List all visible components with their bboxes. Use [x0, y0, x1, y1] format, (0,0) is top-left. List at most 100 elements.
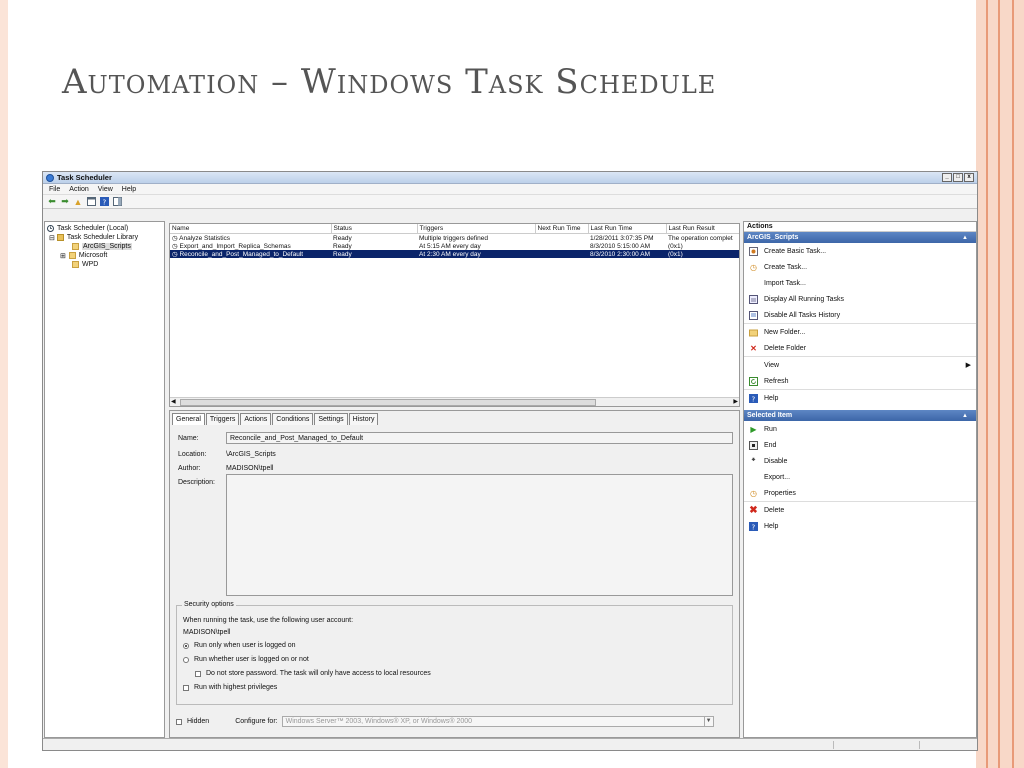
- radio-run-logged-on[interactable]: Run only when user is logged on: [183, 642, 296, 649]
- action-delete-folder[interactable]: ✕ Delete Folder: [744, 340, 976, 356]
- expand-icon[interactable]: ⊞: [60, 252, 66, 260]
- column-header-last-run-time[interactable]: Last Run Time: [588, 224, 667, 234]
- action-refresh[interactable]: Refresh: [744, 373, 976, 389]
- table-row-selected[interactable]: ◷ Reconcile_and_Post_Managed_to_Default …: [170, 250, 739, 258]
- action-delete[interactable]: ✖ Delete: [744, 502, 976, 518]
- security-options-legend: Security options: [182, 601, 236, 608]
- hidden-checkbox[interactable]: [176, 718, 182, 725]
- action-export[interactable]: Export...: [744, 469, 976, 485]
- task-name: Reconcile_and_Post_Managed_to_Default: [179, 251, 304, 258]
- delete-icon: ✕: [750, 343, 757, 353]
- maximize-button[interactable]: □: [953, 173, 963, 182]
- forward-arrow-icon[interactable]: ➡: [60, 196, 70, 207]
- action-help[interactable]: ? Help: [744, 390, 976, 406]
- table-row[interactable]: ◷ Analyze Statistics Ready Multiple trig…: [170, 234, 739, 243]
- back-arrow-icon[interactable]: ⬅: [47, 196, 57, 207]
- tree-item-arcgis-scripts[interactable]: ArcGIS_Scripts: [47, 242, 162, 251]
- tree-item-microsoft[interactable]: ⊞ Microsoft: [47, 251, 162, 260]
- radio-run-whether[interactable]: Run whether user is logged on or not: [183, 656, 309, 663]
- tab-actions[interactable]: Actions: [240, 413, 272, 425]
- table-row[interactable]: ◷ Export_and_Import_Replica_Schemas Read…: [170, 242, 739, 251]
- action-view[interactable]: View ▶: [744, 357, 976, 373]
- up-folder-icon[interactable]: ▲: [73, 197, 83, 207]
- menu-action[interactable]: Action: [69, 186, 88, 193]
- chevron-down-icon[interactable]: ▼: [703, 717, 713, 726]
- location-row: Location: \ArcGIS_Scripts: [178, 451, 276, 458]
- minimize-button[interactable]: _: [942, 173, 952, 182]
- tree-item-label: Task Scheduler (Local): [57, 225, 129, 232]
- task-next-run: [535, 250, 588, 258]
- close-button[interactable]: x: [964, 173, 974, 182]
- action-disable[interactable]: 🠻 Disable: [744, 453, 976, 469]
- action-properties[interactable]: ◷ Properties: [744, 485, 976, 501]
- action-import-task[interactable]: Import Task...: [744, 275, 976, 291]
- create-task-icon: ◷: [750, 262, 757, 272]
- title-bar[interactable]: Task Scheduler _ □ x: [43, 172, 977, 184]
- checkbox-no-store-password[interactable]: Do not store password. The task will onl…: [195, 670, 431, 677]
- properties-icon: ◷: [750, 488, 757, 498]
- task-next-run: [535, 234, 588, 243]
- action-create-task[interactable]: ◷ Create Task...: [744, 259, 976, 275]
- action-display-running-tasks[interactable]: Display All Running Tasks: [744, 291, 976, 307]
- tab-triggers[interactable]: Triggers: [205, 413, 240, 425]
- slide-title: Automation – Windows Task Schedule: [62, 62, 717, 102]
- task-triggers: Multiple triggers defined: [419, 234, 489, 242]
- show-hide-tree-icon[interactable]: [86, 197, 96, 207]
- action-label: Help: [764, 522, 779, 530]
- action-create-basic-task[interactable]: Create Basic Task...: [744, 243, 976, 259]
- name-row: Name: Reconcile_and_Post_Managed_to_Defa…: [178, 432, 733, 444]
- menu-file[interactable]: File: [49, 186, 60, 193]
- horizontal-scrollbar[interactable]: ◀ ▶: [170, 397, 739, 406]
- group-title: ArcGIS_Scripts: [747, 234, 799, 241]
- column-header-last-run-result[interactable]: Last Run Result: [666, 224, 739, 234]
- task-list: Name Status Triggers Next Run Time Last …: [169, 223, 740, 407]
- column-header-name[interactable]: Name: [170, 224, 332, 234]
- menu-help[interactable]: Help: [122, 186, 136, 193]
- tree-item-library[interactable]: ⊟ Task Scheduler Library: [47, 233, 162, 242]
- scroll-left-icon[interactable]: ◀: [171, 398, 176, 405]
- action-new-folder[interactable]: New Folder...: [744, 324, 976, 340]
- tab-conditions[interactable]: Conditions: [272, 413, 314, 425]
- action-disable-history[interactable]: Disable All Tasks History: [744, 307, 976, 323]
- action-help-selected[interactable]: ? Help: [744, 518, 976, 534]
- column-header-status[interactable]: Status: [331, 224, 418, 234]
- action-label: Import Task...: [764, 279, 806, 287]
- svg-text:?: ?: [752, 523, 756, 531]
- actions-group-selected-item[interactable]: Selected Item ▲: [744, 410, 976, 421]
- collapse-icon[interactable]: ⊟: [49, 234, 55, 242]
- tab-history[interactable]: History: [348, 413, 379, 425]
- scrollbar-thumb[interactable]: [180, 399, 596, 406]
- checkbox-icon[interactable]: [183, 684, 189, 691]
- checkbox-icon[interactable]: [195, 670, 201, 677]
- collapse-icon[interactable]: ▲: [962, 235, 968, 241]
- show-hide-actions-icon[interactable]: [112, 197, 122, 207]
- action-label: Refresh: [764, 377, 789, 385]
- scroll-right-icon[interactable]: ▶: [733, 398, 738, 405]
- tree-item-wpd[interactable]: WPD: [47, 260, 162, 269]
- checkbox-highest-privileges[interactable]: Run with highest privileges: [183, 684, 277, 691]
- action-label: Display All Running Tasks: [764, 295, 845, 303]
- tree-item-task-scheduler-local[interactable]: Task Scheduler (Local): [47, 224, 162, 233]
- column-header-next-run-time[interactable]: Next Run Time: [535, 224, 589, 234]
- task-status: Ready: [333, 242, 352, 250]
- action-end[interactable]: End: [744, 437, 976, 453]
- radio-icon[interactable]: [183, 656, 189, 663]
- radio-selected-icon[interactable]: [183, 642, 189, 649]
- tab-strip: General Triggers Actions Conditions Sett…: [170, 411, 739, 425]
- help-icon[interactable]: ?: [99, 197, 109, 207]
- column-header-triggers[interactable]: Triggers: [417, 224, 536, 234]
- action-run[interactable]: ▶ Run: [744, 421, 976, 437]
- actions-group-arcgis-scripts[interactable]: ArcGIS_Scripts ▲: [744, 232, 976, 243]
- collapse-icon[interactable]: ▲: [962, 413, 968, 419]
- tab-general[interactable]: General: [172, 413, 205, 425]
- menu-view[interactable]: View: [98, 186, 113, 193]
- task-name-field[interactable]: Reconcile_and_Post_Managed_to_Default: [226, 432, 733, 444]
- library-folder-icon: [56, 234, 64, 241]
- tab-settings[interactable]: Settings: [314, 413, 348, 425]
- task-status: Ready: [331, 250, 417, 258]
- configure-for-select[interactable]: Windows Server™ 2003, Windows® XP, or Wi…: [281, 716, 714, 727]
- action-label: Export...: [764, 473, 791, 481]
- menu-bar: File Action View Help: [43, 184, 977, 195]
- folder-icon: [72, 243, 79, 250]
- description-field[interactable]: [226, 474, 733, 596]
